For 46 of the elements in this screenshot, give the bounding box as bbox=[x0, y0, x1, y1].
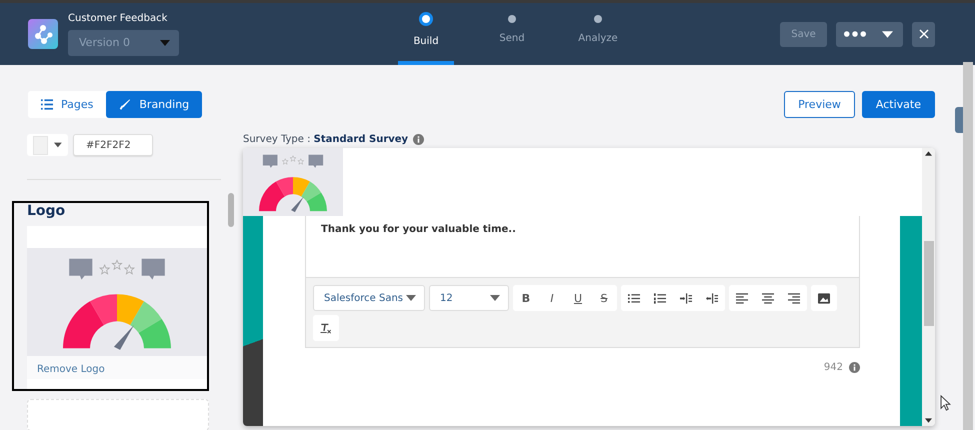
page-scrollbar[interactable] bbox=[963, 62, 973, 430]
numbered-list-icon bbox=[654, 292, 666, 304]
progress-step[interactable]: Send bbox=[484, 3, 540, 65]
bullet-list-icon bbox=[628, 292, 640, 304]
caret-icon bbox=[54, 142, 62, 148]
size-dropdown[interactable]: 12 bbox=[429, 285, 509, 311]
survey-type-label: Survey Type : Standard Survey bbox=[243, 134, 408, 144]
color-swatch-dropdown[interactable] bbox=[27, 134, 68, 156]
caret-icon bbox=[160, 40, 170, 46]
font-dropdown[interactable]: Salesforce Sans bbox=[313, 285, 425, 311]
message-text[interactable]: Thank you for your valuable time.. bbox=[321, 224, 516, 235]
close-icon bbox=[918, 29, 928, 39]
side-panel-toggle[interactable] bbox=[955, 107, 963, 133]
progress-step[interactable]: Analyze bbox=[570, 3, 626, 65]
survey-title: Customer Feedback bbox=[68, 12, 168, 24]
progress-step[interactable]: Build bbox=[398, 3, 454, 65]
info-icon bbox=[413, 134, 424, 144]
remove-logo-link[interactable]: Remove Logo bbox=[27, 356, 207, 379]
caret-icon bbox=[882, 30, 893, 38]
clear-formatting-icon bbox=[320, 322, 332, 334]
caret-icon bbox=[406, 295, 416, 301]
character-count: 942 bbox=[824, 362, 843, 373]
align-left-icon bbox=[736, 292, 748, 304]
section-title: Logo bbox=[27, 203, 66, 219]
image-icon bbox=[818, 292, 830, 304]
more-actions-button[interactable] bbox=[836, 22, 903, 46]
outdent-icon bbox=[706, 292, 718, 304]
info-icon bbox=[849, 362, 860, 373]
app-logo-icon bbox=[28, 18, 58, 48]
mouse-cursor-icon bbox=[940, 395, 951, 411]
brush-icon bbox=[119, 99, 132, 110]
preview-button[interactable]: Preview bbox=[784, 91, 855, 118]
activate-button[interactable]: Activate bbox=[862, 91, 935, 118]
list-icon bbox=[41, 99, 53, 110]
scrollbar-thumb[interactable] bbox=[924, 241, 934, 326]
align-right-icon bbox=[788, 292, 800, 304]
more-icon bbox=[844, 31, 866, 37]
align-center-icon bbox=[762, 292, 774, 304]
mode-tab[interactable]: Branding bbox=[106, 91, 202, 118]
scroll-down-icon[interactable] bbox=[925, 418, 932, 423]
indent-icon bbox=[680, 292, 692, 304]
scrollbar-thumb[interactable] bbox=[228, 193, 234, 227]
scroll-up-icon[interactable] bbox=[925, 151, 932, 156]
caret-icon bbox=[490, 295, 500, 301]
close-button[interactable] bbox=[912, 22, 935, 46]
color-input[interactable]: #F2F2F2 bbox=[73, 134, 153, 156]
